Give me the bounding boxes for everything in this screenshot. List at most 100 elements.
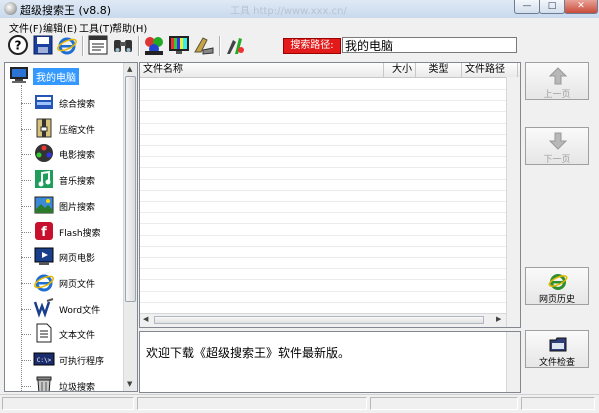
tree-item-label: 电影搜索 (59, 151, 96, 162)
tree-item-label: 可执行程序 (59, 357, 105, 367)
message-scrollbar[interactable] (506, 332, 520, 392)
status-panel (137, 397, 367, 410)
tree-connector (21, 257, 31, 259)
title-ghost-text: 工具 http://www.xxx.cn/ (230, 6, 347, 17)
tree-item[interactable]: 网页电影 (21, 245, 123, 269)
maximize-button[interactable]: □ (539, 0, 565, 14)
table-row[interactable] (140, 201, 506, 214)
trash-icon (36, 376, 52, 391)
status-panel (521, 397, 595, 410)
file-check-button[interactable]: 文件检查 (525, 330, 589, 368)
tree-item[interactable]: 文本文件 (21, 322, 123, 346)
help-icon[interactable]: ? (7, 34, 29, 56)
hscroll-thumb[interactable] (154, 316, 484, 324)
tree-item-label: Word文件 (59, 305, 101, 316)
multimedia-icon[interactable] (143, 34, 165, 56)
file-list-header: 文件名称 大小 类型 文件路径 (140, 63, 520, 78)
table-row[interactable] (140, 280, 506, 292)
table-row[interactable] (140, 179, 506, 191)
menu-tools[interactable]: 工具(T) (79, 20, 113, 35)
table-row[interactable] (140, 156, 506, 169)
table-row[interactable] (140, 89, 506, 102)
menu-bar: 文件(F) 编辑(E) 工具(T) 帮助(H) (0, 18, 599, 35)
binoculars-icon[interactable] (112, 34, 134, 56)
archive-icon (36, 118, 52, 138)
table-row[interactable] (140, 246, 506, 258)
tree-connector (21, 231, 31, 233)
tree-scroll-thumb[interactable] (125, 76, 136, 302)
window-title: 超级搜索王 (v8.8) (20, 4, 112, 17)
tree-item[interactable]: 压缩文件 (21, 117, 123, 141)
column-filename[interactable]: 文件名称 (140, 63, 384, 77)
ie-icon[interactable] (56, 34, 78, 56)
minimize-button[interactable]: — (514, 0, 540, 14)
tree-item[interactable]: 垃圾搜索 (21, 374, 123, 392)
column-path[interactable]: 文件路径 (462, 63, 518, 77)
tree-item-label: 垃圾搜索 (59, 382, 96, 392)
tree-connector (21, 128, 31, 130)
tree-item[interactable]: f Flash搜索 (21, 220, 123, 244)
title-bar: 超级搜索王 (v8.8) 工具 http://www.xxx.cn/ — □ ✕ (0, 0, 599, 19)
up-arrow-icon (548, 67, 568, 85)
scroll-right-arrow-icon[interactable]: ▶ (496, 315, 501, 323)
table-row[interactable] (140, 235, 506, 247)
table-row[interactable] (140, 100, 506, 113)
message-box: 欢迎下载《超级搜索王》软件最新版。 (139, 331, 521, 393)
tree-scrollbar[interactable]: ▲ ▼ (123, 63, 137, 391)
tree-item[interactable]: 电影搜索 (21, 142, 123, 166)
table-row[interactable] (140, 78, 506, 90)
table-row[interactable] (140, 123, 506, 135)
category-tree[interactable]: 我的电脑 综合搜索 压缩文件电影搜索音乐搜索 图片搜索 f Flash搜索网页电影网页文… (4, 62, 138, 392)
tree-item[interactable]: C:\> 可执行程序 (21, 348, 123, 372)
scroll-up-arrow-icon[interactable]: ▲ (127, 65, 132, 73)
table-row[interactable] (140, 257, 506, 270)
save-icon[interactable] (32, 34, 54, 56)
tree-item-label: 网页电影 (59, 254, 96, 265)
tree-item[interactable]: Word文件 (21, 297, 123, 321)
toolbar-separator (138, 36, 140, 56)
file-list-vscroll[interactable] (506, 77, 520, 327)
prev-page-button[interactable]: 上一页 (525, 62, 589, 100)
next-page-button[interactable]: 下一页 (525, 127, 589, 165)
tree-item[interactable]: 音乐搜索 (21, 168, 123, 192)
menu-edit[interactable]: 编辑(E) (43, 20, 77, 35)
table-row[interactable] (140, 190, 506, 202)
tree-item[interactable]: 综合搜索 (21, 91, 123, 115)
tree-connector (21, 282, 31, 284)
tree-item[interactable]: 图片搜索 (21, 194, 123, 218)
status-panel (2, 397, 134, 410)
web-movie-icon (34, 247, 54, 266)
file-list-hscroll[interactable]: ◀ ▶ (140, 313, 506, 327)
table-row[interactable] (140, 268, 506, 281)
scroll-down-arrow-icon[interactable]: ▼ (127, 380, 132, 388)
tree-item[interactable]: 网页文件 (21, 271, 123, 295)
web-history-button[interactable]: 网页历史 (525, 267, 589, 305)
toolbar: ? 搜索路径: 我的电脑 (0, 34, 599, 58)
table-row[interactable] (140, 134, 506, 146)
close-button[interactable]: ✕ (564, 0, 598, 14)
monitor-icon[interactable] (168, 34, 190, 56)
search-path-field[interactable]: 我的电脑 (342, 37, 517, 53)
menu-file[interactable]: 文件(F) (9, 20, 43, 35)
table-row[interactable] (140, 224, 506, 236)
properties-icon[interactable] (87, 34, 109, 56)
flash-icon: f (35, 221, 53, 240)
welcome-message: 欢迎下载《超级搜索王》软件最新版。 (146, 346, 351, 360)
table-row[interactable] (140, 212, 506, 225)
tree-connector (21, 205, 31, 207)
column-size[interactable]: 大小 (384, 63, 416, 77)
scroll-left-arrow-icon[interactable]: ◀ (143, 315, 148, 323)
table-row[interactable] (140, 291, 506, 303)
picture-icon (34, 196, 54, 214)
tree-root-label: 我的电脑 (33, 68, 79, 85)
table-row[interactable] (140, 145, 506, 158)
ie-icon (548, 274, 568, 290)
column-type[interactable]: 类型 (416, 63, 462, 77)
file-list[interactable]: 文件名称 大小 类型 文件路径 ◀ ▶ (139, 62, 521, 328)
table-row[interactable] (140, 112, 506, 124)
table-row[interactable] (140, 168, 506, 180)
settings-icon[interactable] (193, 34, 215, 56)
menu-help[interactable]: 帮助(H) (112, 20, 147, 35)
ie-icon (34, 274, 54, 292)
tools-icon[interactable] (224, 34, 246, 56)
